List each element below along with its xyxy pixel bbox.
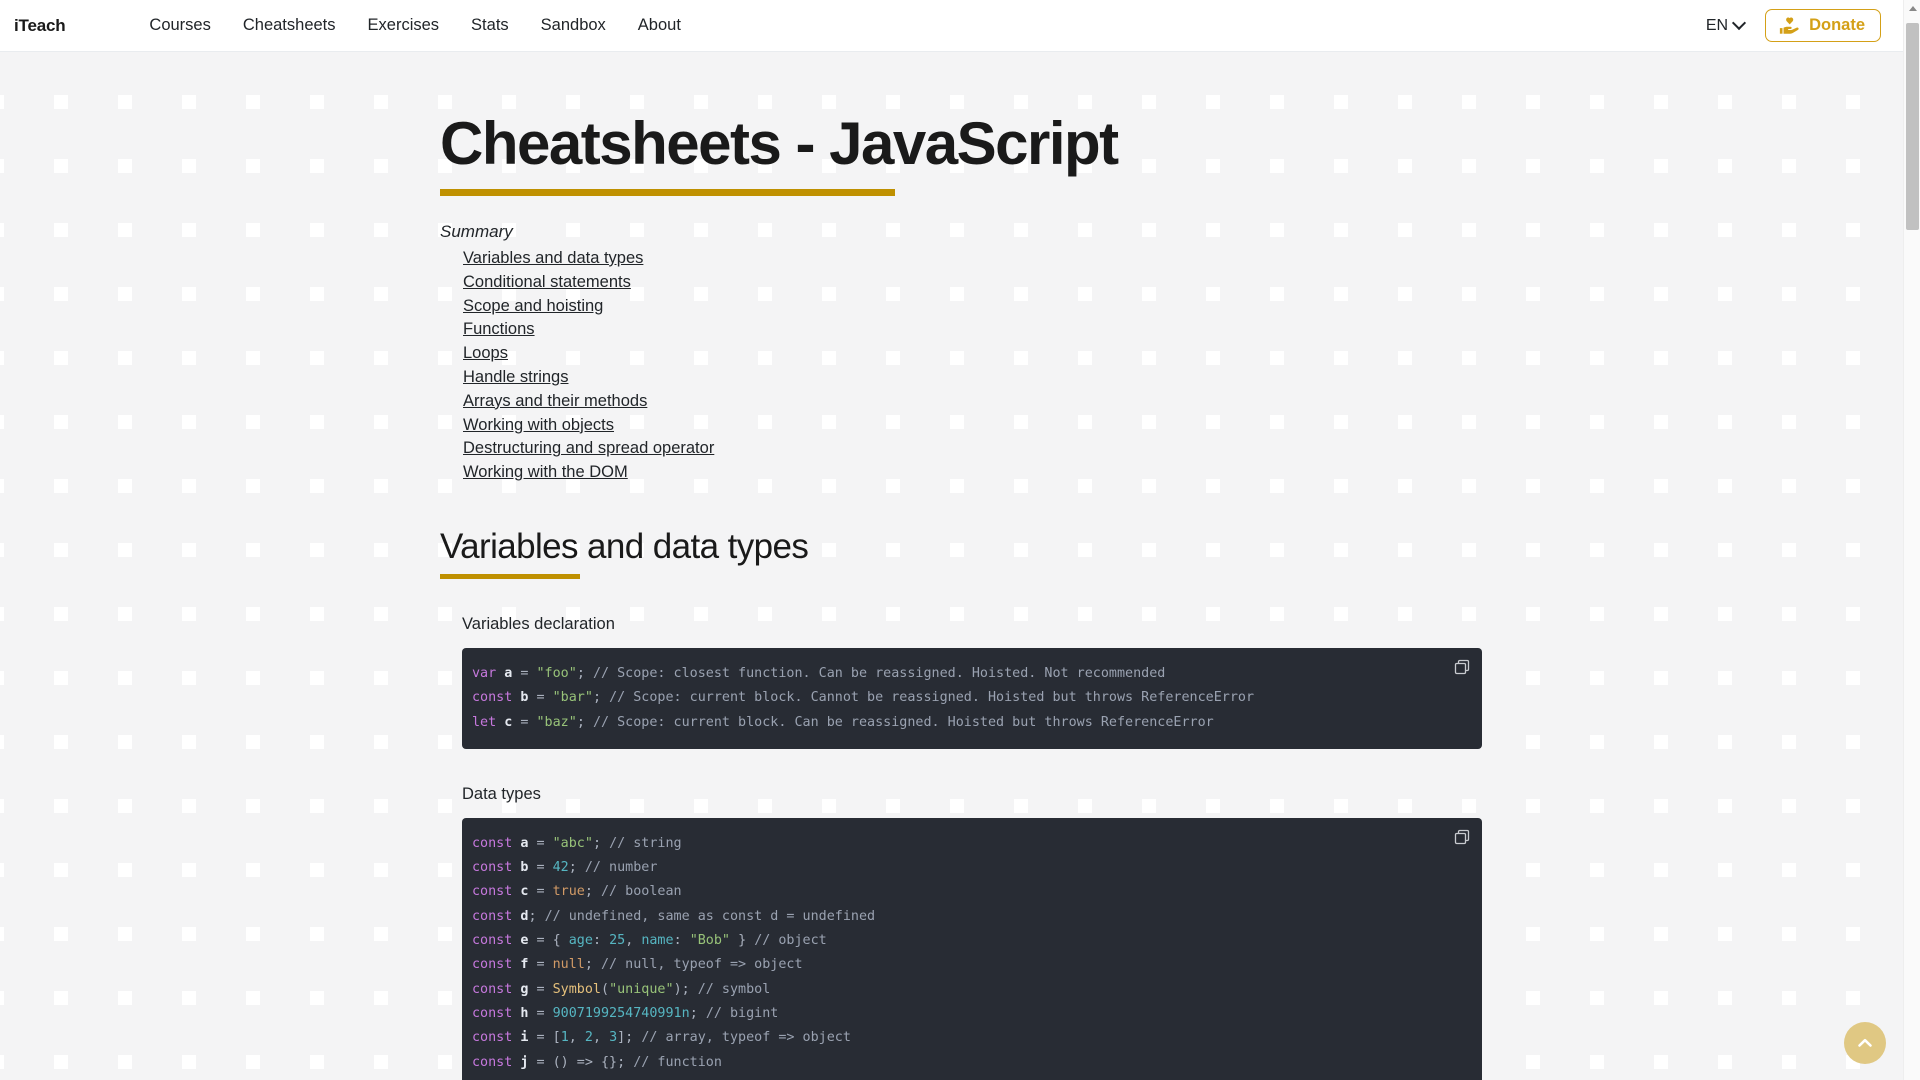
summary-link-arrays-and-their-methods[interactable]: Arrays and their methods bbox=[463, 392, 647, 410]
page-title: Cheatsheets - JavaScript bbox=[440, 110, 1119, 177]
summary-link-working-with-the-dom[interactable]: Working with the DOM bbox=[463, 463, 628, 481]
list-item: Working with the DOM bbox=[463, 461, 1500, 485]
summary-link-functions[interactable]: Functions bbox=[463, 320, 535, 338]
summary-label: Summary bbox=[440, 222, 513, 241]
nav-item-about[interactable]: About bbox=[622, 8, 697, 43]
list-item: Loops bbox=[463, 342, 1500, 366]
summary-link-handle-strings[interactable]: Handle strings bbox=[463, 368, 568, 386]
donate-button[interactable]: Donate bbox=[1765, 9, 1881, 42]
section-title-variables-and-data-types: Variables and data types bbox=[440, 526, 809, 566]
scrollbar-thumb[interactable] bbox=[1906, 23, 1919, 230]
page-content: Cheatsheets - JavaScript Summary Variabl… bbox=[0, 52, 1903, 1080]
scrollbar-up-button[interactable] bbox=[1904, 0, 1920, 17]
summary-link-destructuring-and-spread[interactable]: Destructuring and spread operator bbox=[463, 439, 714, 457]
chevron-down-icon bbox=[1734, 18, 1745, 29]
list-item: Variables and data types bbox=[463, 247, 1500, 271]
code-block-label-data-types: Data types bbox=[462, 784, 541, 803]
copy-icon[interactable] bbox=[1450, 825, 1474, 849]
hand-holding-heart-icon bbox=[1779, 16, 1800, 35]
summary-link-scope-and-hoisting[interactable]: Scope and hoisting bbox=[463, 297, 603, 315]
summary-link-working-with-objects[interactable]: Working with objects bbox=[463, 416, 614, 434]
brand-logo[interactable]: iTeach bbox=[14, 16, 66, 36]
language-selector-value: EN bbox=[1705, 16, 1729, 34]
page-title-underline bbox=[440, 189, 895, 196]
page-scrollbar[interactable] bbox=[1903, 0, 1920, 1080]
donate-button-label: Donate bbox=[1809, 16, 1865, 34]
list-item: Scope and hoisting bbox=[463, 295, 1500, 319]
code-content-data-types: const a = "abc"; // string const b = 42;… bbox=[472, 835, 876, 1070]
summary-link-list: Variables and data types Conditional sta… bbox=[463, 247, 1500, 485]
primary-nav: Courses Cheatsheets Exercises Stats Sand… bbox=[133, 8, 697, 43]
language-selector[interactable]: EN bbox=[1702, 13, 1749, 39]
summary-link-conditional-statements[interactable]: Conditional statements bbox=[463, 273, 631, 291]
summary-link-loops[interactable]: Loops bbox=[463, 344, 508, 362]
content-container: Cheatsheets - JavaScript Summary Variabl… bbox=[440, 52, 1500, 1080]
nav-item-courses[interactable]: Courses bbox=[133, 8, 226, 43]
code-block-variables-declaration: var a = "foo"; // Scope: closest functio… bbox=[462, 647, 1482, 749]
list-item: Destructuring and spread operator bbox=[463, 437, 1500, 461]
section-title-underline bbox=[440, 573, 580, 579]
nav-item-cheatsheets[interactable]: Cheatsheets bbox=[227, 8, 352, 43]
code-content-variables-declaration: var a = "foo"; // Scope: closest functio… bbox=[472, 665, 1255, 730]
scroll-to-top-button[interactable] bbox=[1844, 1022, 1886, 1064]
list-item: Conditional statements bbox=[463, 271, 1500, 295]
nav-item-sandbox[interactable]: Sandbox bbox=[525, 8, 622, 43]
code-block-data-types: const a = "abc"; // string const b = 42;… bbox=[462, 817, 1482, 1080]
chevron-up-icon bbox=[1855, 1033, 1875, 1053]
nav-item-exercises[interactable]: Exercises bbox=[352, 8, 456, 43]
list-item: Arrays and their methods bbox=[463, 390, 1500, 414]
list-item: Functions bbox=[463, 318, 1500, 342]
top-navbar: iTeach Courses Cheatsheets Exercises Sta… bbox=[0, 0, 1903, 52]
summary-link-variables-and-data-types[interactable]: Variables and data types bbox=[463, 249, 643, 267]
copy-icon[interactable] bbox=[1450, 655, 1474, 679]
code-block-label-variables-declaration: Variables declaration bbox=[462, 614, 615, 633]
list-item: Handle strings bbox=[463, 366, 1500, 390]
list-item: Working with objects bbox=[463, 414, 1500, 438]
triangle-up-icon bbox=[1908, 6, 1917, 11]
nav-item-stats[interactable]: Stats bbox=[455, 8, 525, 43]
navbar-right-group: EN Donate bbox=[1702, 9, 1881, 42]
